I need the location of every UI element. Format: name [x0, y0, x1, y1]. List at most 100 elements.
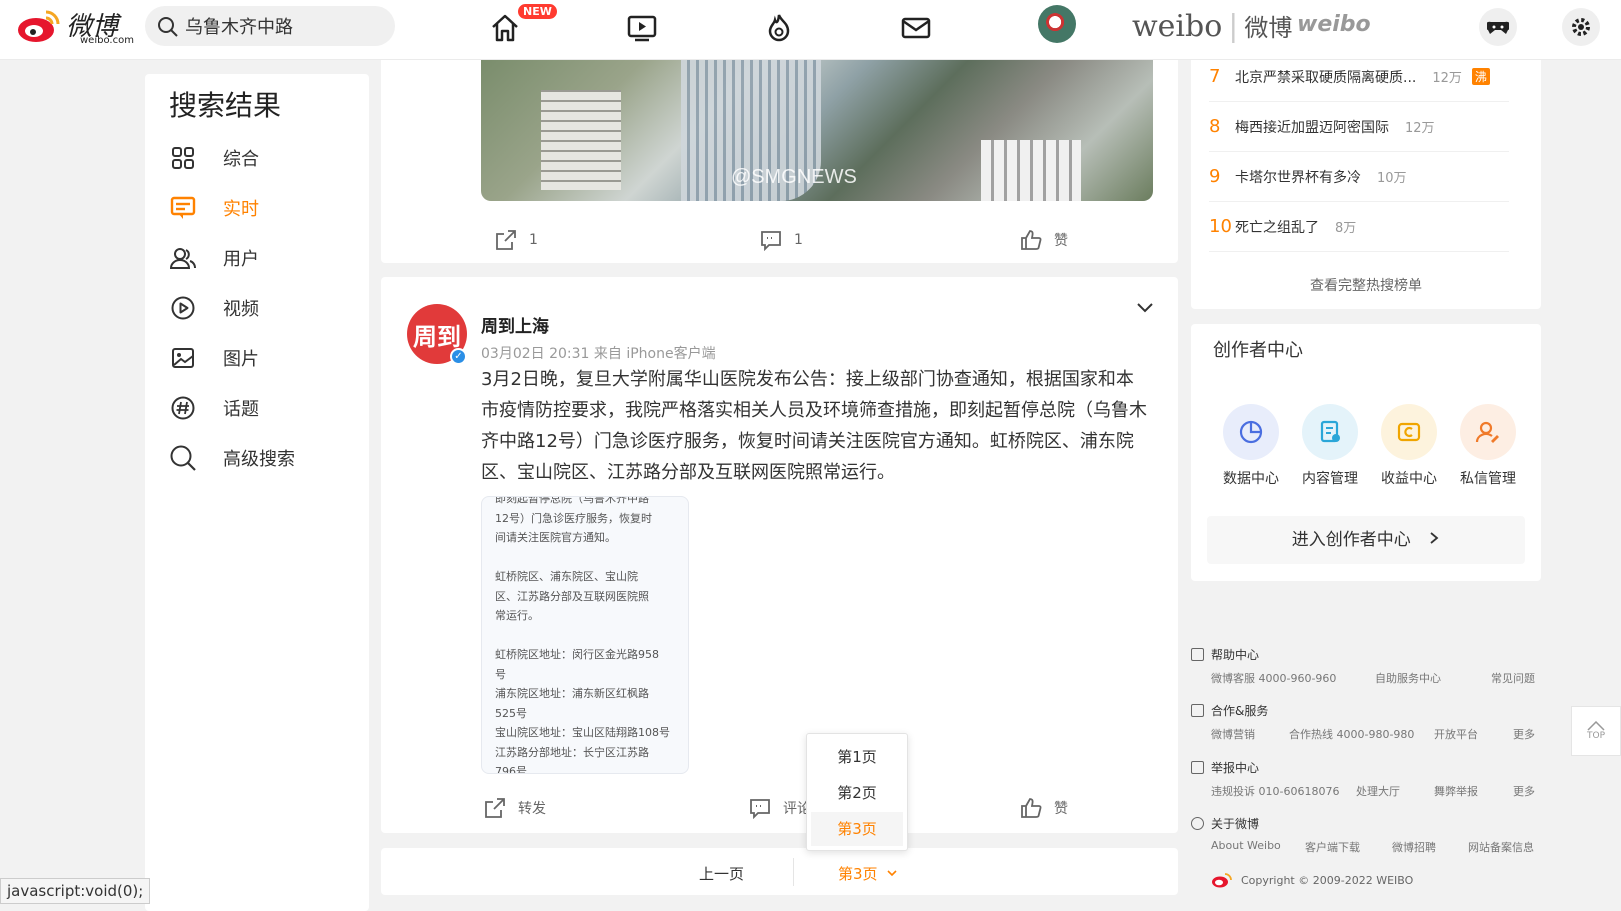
- hot-tag-badge: 沸: [1471, 68, 1490, 85]
- footer-link[interactable]: 处理大厅: [1356, 783, 1400, 799]
- creator-tool-dm[interactable]: 私信管理: [1453, 404, 1523, 488]
- search-filter-sidebar: 搜索结果 综合 实时 用户 视频 图片 话题 高级搜索: [145, 74, 369, 911]
- page-option-3[interactable]: 第3页: [811, 812, 903, 846]
- search-box: [145, 6, 395, 46]
- post-meta: 03月02日 20:31 来自 iPhone客户端: [481, 346, 716, 362]
- enter-creator-label: 进入创作者中心: [1291, 530, 1411, 550]
- user-avatar[interactable]: [1038, 5, 1076, 43]
- video-icon: [627, 15, 657, 42]
- creator-tool-data[interactable]: 数据中心: [1216, 404, 1286, 488]
- hot-heat: 12万: [1432, 71, 1462, 86]
- post-photo[interactable]: @SMGNEWS: [481, 60, 1153, 201]
- search-icon: [170, 445, 196, 471]
- home-icon: [492, 14, 518, 42]
- author-name[interactable]: 周到上海: [481, 312, 549, 337]
- current-page-label: 第3页: [838, 865, 878, 883]
- footer-section-report: 举报中心 违规投诉 010-60618076 处理大厅 舞弊举报 更多: [1191, 759, 1541, 815]
- comment-button[interactable]: 评论: [749, 797, 811, 819]
- realtime-icon: [170, 196, 196, 219]
- footer-link[interactable]: 微博客服 4000-960-960: [1211, 670, 1336, 686]
- comment-button[interactable]: 1: [760, 229, 803, 251]
- settings-button[interactable]: [1562, 8, 1600, 46]
- hot-heat: 12万: [1405, 121, 1435, 136]
- footer-link[interactable]: 违规投诉 010-60618076: [1211, 783, 1339, 799]
- search-input[interactable]: [185, 15, 380, 37]
- footer-link[interactable]: 舞弊举报: [1434, 783, 1478, 799]
- pager-divider: [793, 858, 794, 886]
- nav-message[interactable]: [896, 8, 936, 48]
- game-button[interactable]: [1479, 8, 1517, 46]
- sidebar-item-video[interactable]: 视频: [169, 292, 349, 324]
- like-button[interactable]: 赞: [1020, 229, 1068, 251]
- chevron-down-icon[interactable]: [1136, 298, 1154, 316]
- footer-heading[interactable]: 合作&服务: [1191, 702, 1268, 719]
- footer-heading[interactable]: 帮助中心: [1191, 646, 1259, 663]
- creator-tool-label: 收益中心: [1381, 471, 1437, 487]
- prev-page-button[interactable]: 上一页: [699, 863, 744, 884]
- nav-hot[interactable]: [759, 8, 799, 48]
- sidebar-item-topics[interactable]: 话题: [169, 392, 349, 424]
- hot-heat: 8万: [1335, 221, 1357, 236]
- page-option-2[interactable]: 第2页: [811, 776, 903, 810]
- sidebar-item-realtime[interactable]: 实时: [169, 192, 349, 224]
- footer-link[interactable]: 开放平台: [1434, 726, 1478, 742]
- sidebar-item-images[interactable]: 图片: [169, 342, 349, 374]
- verified-badge-icon: ✓: [450, 348, 467, 365]
- footer-heading[interactable]: 举报中心: [1191, 759, 1259, 776]
- hot-title: 北京严禁采取硬质隔离硬质...: [1235, 69, 1417, 86]
- hot-search-panel: 7 北京严禁采取硬质隔离硬质... 12万 沸 8 梅西接近加盟迈阿密国际 12…: [1191, 60, 1541, 309]
- creator-tool-content[interactable]: 内容管理: [1295, 404, 1365, 488]
- footer-link[interactable]: 网站备案信息: [1468, 839, 1534, 855]
- hot-search-item[interactable]: 7 北京严禁采取硬质隔离硬质... 12万 沸: [1209, 52, 1509, 102]
- sidebar-item-label: 话题: [223, 399, 259, 420]
- repost-button[interactable]: 转发: [484, 797, 546, 819]
- about-icon: [1191, 817, 1204, 830]
- post-image[interactable]: 即刻起暂停总院（乌鲁木齐中路 12号）门急诊医疗服务，恢复时 间请关注医院官方通…: [481, 496, 689, 774]
- footer-link[interactable]: 微博营销: [1211, 726, 1255, 742]
- help-icon: [1191, 648, 1204, 661]
- weibo-logo-icon: [1212, 873, 1232, 888]
- like-button[interactable]: 赞: [1020, 797, 1068, 819]
- sidebar-title: 搜索结果: [169, 89, 282, 122]
- footer-heading[interactable]: 关于微博: [1191, 815, 1259, 832]
- grid-icon: [172, 147, 194, 169]
- footer-link[interactable]: 微博招聘: [1392, 839, 1436, 855]
- income-icon: [1397, 422, 1421, 442]
- footer-link[interactable]: 自助服务中心: [1375, 670, 1441, 686]
- creator-title: 创作者中心: [1213, 340, 1303, 361]
- page-select[interactable]: 第3页: [838, 863, 898, 884]
- like-label: 赞: [1054, 233, 1068, 249]
- chevron-down-icon: [887, 870, 897, 877]
- footer-section-about: 关于微博 About Weibo 客户端下载 微博招聘 网站备案信息: [1191, 815, 1541, 871]
- play-icon: [171, 296, 195, 320]
- footer-section-cooperation: 合作&服务 微博营销 合作热线 4000-980-980 开放平台 更多: [1191, 702, 1541, 758]
- repost-icon: [496, 230, 516, 250]
- hot-search-item[interactable]: 9 卡塔尔世界杯有多冷 10万: [1209, 152, 1509, 202]
- hot-search-item[interactable]: 8 梅西接近加盟迈阿密国际 12万: [1209, 102, 1509, 152]
- footer-link[interactable]: 常见问题: [1491, 670, 1535, 686]
- hot-search-item[interactable]: 10 死亡之组乱了 8万: [1209, 202, 1509, 252]
- page-dropdown: 第1页 第2页 第3页: [806, 733, 908, 851]
- dm-icon: [1475, 421, 1499, 443]
- comment-icon: [761, 231, 781, 251]
- footer-link[interactable]: 更多: [1513, 726, 1535, 742]
- creator-tool-income[interactable]: 收益中心: [1374, 404, 1444, 488]
- footer-link[interactable]: 更多: [1513, 783, 1535, 799]
- hot-search-more-link[interactable]: 查看完整热搜榜单: [1191, 275, 1541, 295]
- weibo-logo[interactable]: 微博 weibo.com: [16, 6, 134, 48]
- nav-video[interactable]: [622, 8, 662, 48]
- search-icon[interactable]: [157, 16, 179, 38]
- footer-link[interactable]: 客户端下载: [1305, 839, 1360, 855]
- page-option-1[interactable]: 第1页: [811, 740, 903, 774]
- enter-creator-center-button[interactable]: 进入创作者中心: [1207, 516, 1525, 564]
- repost-button[interactable]: 1: [495, 229, 538, 251]
- footer-link[interactable]: About Weibo: [1211, 839, 1281, 852]
- back-to-top-button[interactable]: TOP: [1571, 706, 1621, 756]
- repost-label: 转发: [518, 801, 546, 817]
- new-badge: NEW: [518, 4, 557, 19]
- footer-link[interactable]: 合作热线 4000-980-980: [1289, 726, 1414, 742]
- sidebar-item-users[interactable]: 用户: [169, 242, 349, 274]
- sidebar-item-all[interactable]: 综合: [169, 142, 349, 174]
- sidebar-item-advanced-search[interactable]: 高级搜索: [169, 442, 349, 474]
- cooperation-icon: [1191, 704, 1204, 717]
